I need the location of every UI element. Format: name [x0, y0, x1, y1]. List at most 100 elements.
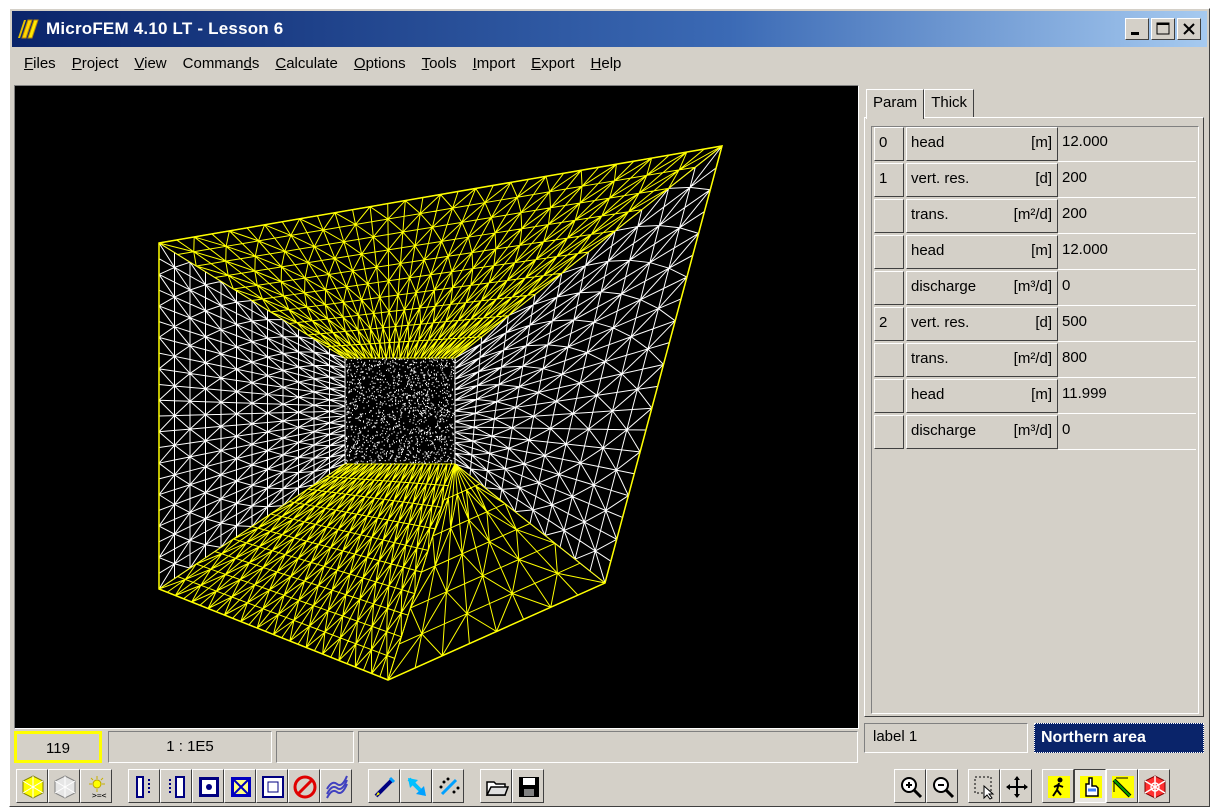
tab-page-param: 0 head [m] 12.000 1 vert. res. [d] 200 trans. [m²…: [864, 117, 1204, 717]
menu-options[interactable]: Options: [346, 53, 414, 74]
parameter-name: vert. res.: [911, 308, 969, 340]
status-panel-message: [358, 731, 858, 763]
parameter-name: trans.: [911, 344, 949, 376]
menu-import[interactable]: Import: [465, 53, 524, 74]
svg-text:>=<: >=<: [92, 791, 107, 800]
zoom-out-icon: [930, 774, 956, 800]
parameter-name-cell[interactable]: vert. res. [d]: [906, 307, 1058, 341]
parameter-value[interactable]: 200: [1058, 163, 1196, 198]
close-button[interactable]: [1177, 18, 1201, 40]
menu-view[interactable]: View: [126, 53, 174, 74]
arrow-select-icon: [404, 774, 430, 800]
parameter-name-cell[interactable]: trans. [m²/d]: [906, 199, 1058, 233]
hexagon-red-button[interactable]: [1138, 769, 1170, 803]
parameter-value[interactable]: 11.999: [1058, 379, 1196, 414]
edit-pencil-button[interactable]: [1106, 769, 1138, 803]
tab-param[interactable]: Param: [866, 89, 924, 119]
arrow-select-button[interactable]: [400, 769, 432, 803]
select-region-button[interactable]: [968, 769, 1000, 803]
status-panel-empty: [276, 731, 354, 763]
column-bars-icon: [132, 774, 158, 800]
dots-brush-icon: [436, 774, 462, 800]
pan-move-icon: [1004, 774, 1030, 800]
parameter-panel: Param Thick 0 head [m] 12.000 1 vert. res. [d]…: [862, 85, 1206, 721]
contour-lines-button[interactable]: [320, 769, 352, 803]
sun-refine-icon: >=<: [84, 774, 110, 800]
column-bars-button[interactable]: [128, 769, 160, 803]
bottom-toolbar: >=<: [14, 767, 1206, 805]
maximize-icon: [1152, 19, 1174, 39]
tab-thick[interactable]: Thick: [924, 89, 974, 117]
menu-files[interactable]: Files: [16, 53, 64, 74]
open-button[interactable]: [480, 769, 512, 803]
parameter-name-cell[interactable]: vert. res. [d]: [906, 163, 1058, 197]
pen-draw-button[interactable]: [368, 769, 400, 803]
square-dot-button[interactable]: [192, 769, 224, 803]
menu-tools[interactable]: Tools: [414, 53, 465, 74]
close-icon: [1178, 19, 1200, 39]
parameter-name-cell[interactable]: head [m]: [906, 379, 1058, 413]
open-folder-icon: [484, 774, 510, 800]
minimize-button[interactable]: [1125, 18, 1149, 40]
parameter-value[interactable]: 0: [1058, 271, 1196, 306]
menu-export[interactable]: Export: [523, 53, 582, 74]
parameter-value[interactable]: 800: [1058, 343, 1196, 378]
parameter-row[interactable]: 1 vert. res. [d] 200: [874, 163, 1196, 199]
parameter-value[interactable]: 200: [1058, 199, 1196, 234]
parameter-name: discharge: [911, 416, 976, 448]
menu-project[interactable]: Project: [64, 53, 127, 74]
parameter-row[interactable]: 0 head [m] 12.000: [874, 127, 1196, 163]
parameter-name-cell[interactable]: trans. [m²/d]: [906, 343, 1058, 377]
finite-element-mesh: [15, 86, 858, 728]
layer-index: [874, 235, 904, 269]
no-entry-icon: [292, 774, 318, 800]
zoom-in-button[interactable]: [894, 769, 926, 803]
walk-icon: [1046, 774, 1072, 800]
maximize-button[interactable]: [1151, 18, 1175, 40]
hand-pointer-icon: [1078, 774, 1104, 800]
parameter-value[interactable]: 0: [1058, 415, 1196, 450]
parameter-row[interactable]: 2 vert. res. [d] 500: [874, 307, 1196, 343]
pan-move-button[interactable]: [1000, 769, 1032, 803]
parameter-row[interactable]: trans. [m²/d] 200: [874, 199, 1196, 235]
parameter-value[interactable]: 12.000: [1058, 235, 1196, 270]
parameter-row[interactable]: head [m] 11.999: [874, 379, 1196, 415]
square-cross-button[interactable]: [224, 769, 256, 803]
parameter-name-cell[interactable]: discharge [m³/d]: [906, 271, 1058, 305]
area-selector[interactable]: Northern area: [1034, 723, 1204, 753]
parameter-unit: [m]: [1031, 236, 1052, 268]
minimize-icon: [1126, 19, 1148, 39]
zoom-out-button[interactable]: [926, 769, 958, 803]
parameter-row[interactable]: trans. [m²/d] 800: [874, 343, 1196, 379]
layer-index: 2: [874, 307, 904, 341]
hand-pointer-button[interactable]: [1074, 769, 1106, 803]
hexagon-outline-button[interactable]: [48, 769, 80, 803]
parameter-row[interactable]: discharge [m³/d] 0: [874, 415, 1196, 451]
dots-brush-button[interactable]: [432, 769, 464, 803]
parameter-name-cell[interactable]: discharge [m³/d]: [906, 415, 1058, 449]
parameter-row[interactable]: discharge [m³/d] 0: [874, 271, 1196, 307]
parameter-name-cell[interactable]: head [m]: [906, 127, 1058, 161]
parameter-value[interactable]: 12.000: [1058, 127, 1196, 162]
no-entry-button[interactable]: [288, 769, 320, 803]
refine-button[interactable]: >=<: [80, 769, 112, 803]
hexagon-mesh-icon: [20, 774, 46, 800]
parameter-name-cell[interactable]: head [m]: [906, 235, 1058, 269]
layer-index: 0: [874, 127, 904, 161]
parameter-unit: [m²/d]: [1014, 200, 1052, 232]
column-bars-2-button[interactable]: [160, 769, 192, 803]
square-grid-button[interactable]: [256, 769, 288, 803]
menu-commands[interactable]: Commands: [175, 53, 268, 74]
status-bar: 119 1 : 1E5: [14, 731, 859, 765]
menu-help[interactable]: Help: [583, 53, 630, 74]
save-button[interactable]: [512, 769, 544, 803]
mesh-canvas[interactable]: [14, 85, 859, 729]
walk-button[interactable]: [1042, 769, 1074, 803]
square-dot-icon: [196, 774, 222, 800]
parameter-row[interactable]: head [m] 12.000: [874, 235, 1196, 271]
hexagon-mesh-outline-icon: [52, 774, 78, 800]
hexagon-mesh-button[interactable]: [16, 769, 48, 803]
parameter-value[interactable]: 500: [1058, 307, 1196, 342]
title-bar[interactable]: MicroFEM 4.10 LT - Lesson 6: [12, 11, 1207, 47]
menu-calculate[interactable]: Calculate: [267, 53, 346, 74]
